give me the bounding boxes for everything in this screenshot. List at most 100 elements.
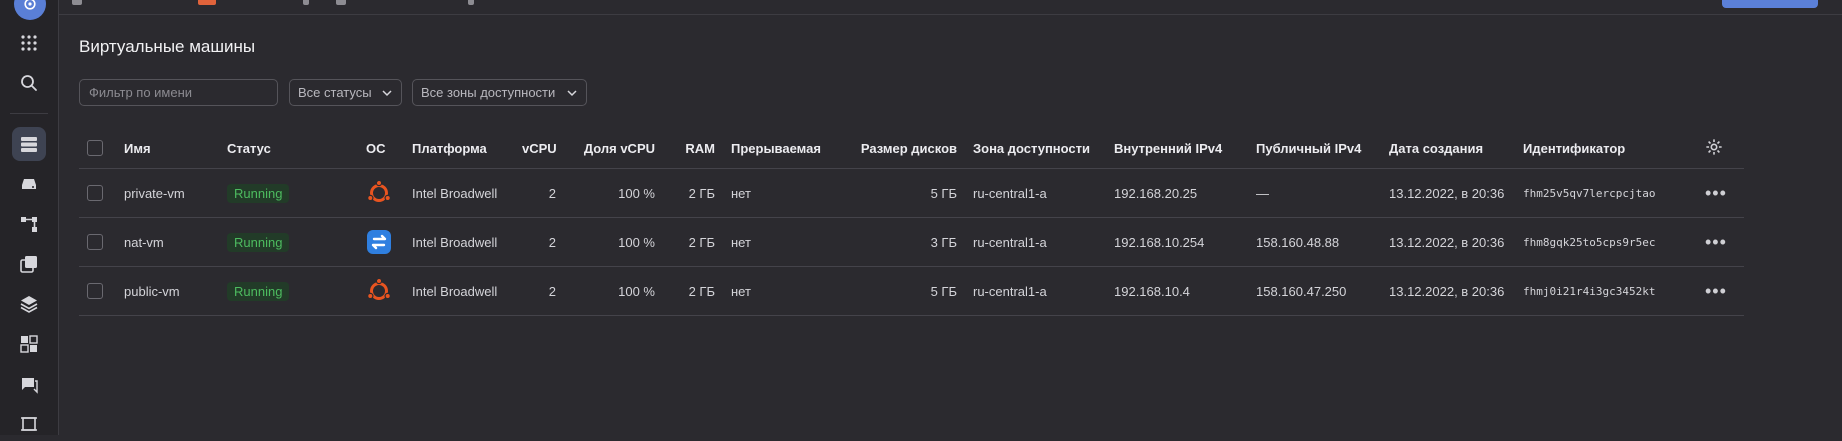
gpu-clusters-icon[interactable]	[12, 407, 46, 441]
top-bar	[58, 0, 1842, 15]
status-filter-select[interactable]: Все статусы	[289, 79, 402, 106]
column-header-name[interactable]: Имя	[116, 128, 219, 169]
layers-icon[interactable]	[12, 287, 46, 321]
column-header-public-ip[interactable]: Публичный IPv4	[1248, 128, 1381, 169]
column-header-ram[interactable]: RAM	[663, 128, 723, 169]
preemptible-cell: нет	[723, 217, 838, 267]
vcpu-share-cell: 100 %	[564, 217, 663, 267]
status-badge: Running	[227, 183, 290, 203]
preemptible-cell: нет	[723, 266, 838, 316]
vcpu-cell: 2	[514, 168, 564, 218]
zone-cell: ru-central1-a	[965, 266, 1106, 316]
internal-ip-cell: 192.168.20.25	[1106, 168, 1248, 218]
row-checkbox[interactable]	[87, 185, 103, 202]
more-actions-icon[interactable]: •••	[1705, 232, 1727, 252]
public-ip-cell: 158.160.48.88	[1248, 217, 1381, 267]
column-header-vcpu-share[interactable]: Доля vCPU	[564, 128, 663, 169]
os-cell	[358, 217, 404, 267]
vcpu-cell: 2	[514, 217, 564, 267]
sidebar-divider	[10, 113, 48, 114]
row-actions-cell: •••	[1697, 266, 1744, 316]
public-ip-cell: 158.160.47.250	[1248, 266, 1381, 316]
placement-groups-icon[interactable]	[12, 327, 46, 361]
vm-table: Имя Статус ОС Платформа vCPU Доля vCPU R…	[79, 128, 1744, 316]
platform-cell: Intel Broadwell	[404, 168, 514, 218]
ubuntu-icon	[367, 278, 391, 300]
vcpu-cell: 2	[514, 266, 564, 316]
status-cell: Running	[219, 217, 358, 267]
column-header-zone[interactable]: Зона доступности	[965, 128, 1106, 169]
table-row[interactable]: nat-vm Running Intel Broadwell 2 100 % 2…	[79, 217, 1744, 267]
search-icon[interactable]	[12, 66, 46, 100]
zone-filter-label: Все зоны доступности	[421, 85, 556, 100]
column-header-preemptible[interactable]: Прерываемая	[723, 128, 838, 169]
row-checkbox[interactable]	[87, 283, 103, 300]
page-title: Виртуальные машины	[79, 37, 256, 56]
row-checkbox-cell	[79, 266, 116, 316]
create-vm-button[interactable]	[1722, 0, 1818, 8]
status-filter-label: Все статусы	[298, 85, 372, 100]
ram-cell: 2 ГБ	[663, 217, 723, 267]
column-header-id[interactable]: Идентификатор	[1515, 128, 1697, 169]
column-settings-cell	[1697, 128, 1744, 169]
select-all-checkbox[interactable]	[87, 140, 103, 157]
ram-cell: 2 ГБ	[663, 168, 723, 218]
internal-ip-cell: 192.168.10.254	[1106, 217, 1248, 267]
created-cell: 13.12.2022, в 20:36	[1381, 168, 1515, 218]
chevron-down-icon	[382, 89, 392, 96]
status-badge: Running	[227, 281, 290, 301]
gear-icon[interactable]	[1705, 138, 1723, 156]
column-header-status[interactable]: Статус	[219, 128, 358, 169]
zone-filter-select[interactable]: Все зоны доступности	[412, 79, 587, 106]
vm-id-cell: fhm25v5qv7lercpcjtao	[1515, 168, 1697, 218]
more-actions-icon[interactable]: •••	[1705, 183, 1727, 203]
services-grid-icon[interactable]	[12, 26, 46, 60]
breadcrumb-icon	[72, 0, 82, 5]
breadcrumb-folder-icon[interactable]	[198, 0, 216, 5]
column-header-platform[interactable]: Платформа	[404, 128, 514, 169]
vm-name[interactable]: public-vm	[116, 266, 219, 316]
column-header-internal-ip[interactable]: Внутренний IPv4	[1106, 128, 1248, 169]
zone-cell: ru-central1-a	[965, 168, 1106, 218]
cloud-logo-icon[interactable]	[14, 0, 46, 20]
column-header-created[interactable]: Дата создания	[1381, 128, 1515, 169]
row-actions-cell: •••	[1697, 217, 1744, 267]
network-icon[interactable]	[12, 207, 46, 241]
vm-name[interactable]: private-vm	[116, 168, 219, 218]
chevron-down-icon	[567, 89, 577, 96]
status-badge: Running	[227, 232, 290, 252]
table-row[interactable]: public-vm Running Intel Broadwell 2 100 …	[79, 266, 1744, 316]
os-cell	[358, 266, 404, 316]
snapshots-icon[interactable]	[12, 247, 46, 281]
name-filter-input[interactable]	[79, 79, 278, 106]
breadcrumb-separator-icon	[468, 0, 474, 5]
public-ip-cell: —	[1248, 168, 1381, 218]
left-sidebar	[0, 0, 59, 435]
compute-vm-icon[interactable]	[12, 127, 46, 161]
created-cell: 13.12.2022, в 20:36	[1381, 217, 1515, 267]
disk-size-cell: 3 ГБ	[838, 217, 965, 267]
more-actions-icon[interactable]: •••	[1705, 281, 1727, 301]
os-cell	[358, 168, 404, 218]
row-actions-cell: •••	[1697, 168, 1744, 218]
disk-size-cell: 5 ГБ	[838, 266, 965, 316]
platform-cell: Intel Broadwell	[404, 266, 514, 316]
vm-name[interactable]: nat-vm	[116, 217, 219, 267]
table-row[interactable]: private-vm Running Intel Broadwell 2 100…	[79, 168, 1744, 218]
breadcrumb-service-icon[interactable]	[336, 0, 346, 5]
status-cell: Running	[219, 266, 358, 316]
created-cell: 13.12.2022, в 20:36	[1381, 266, 1515, 316]
row-checkbox-cell	[79, 217, 116, 267]
row-checkbox[interactable]	[87, 234, 103, 251]
column-header-vcpu[interactable]: vCPU	[514, 128, 564, 169]
breadcrumb-separator-icon	[303, 0, 309, 5]
internal-ip-cell: 192.168.10.4	[1106, 266, 1248, 316]
instance-groups-icon[interactable]	[12, 367, 46, 401]
disk-icon[interactable]	[12, 167, 46, 201]
ubuntu-icon	[367, 180, 391, 202]
column-header-disk-size[interactable]: Размер дисков	[838, 128, 965, 169]
column-header-os[interactable]: ОС	[358, 128, 404, 169]
nat-instance-icon	[367, 230, 391, 254]
select-all-cell	[79, 128, 116, 169]
zone-cell: ru-central1-a	[965, 217, 1106, 267]
